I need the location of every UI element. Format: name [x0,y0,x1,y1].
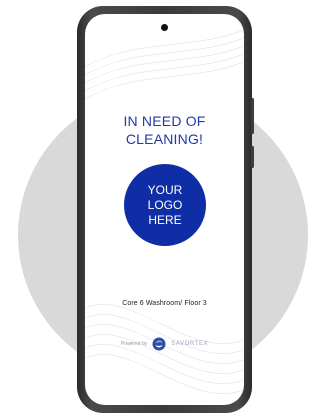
logo-line-3: HERE [148,212,182,227]
logo-line-2: LOGO [147,197,183,212]
location-label: Core 6 Washroom/ Floor 3 [122,300,207,307]
savortex-logo-icon [152,337,166,351]
power-button [251,98,254,134]
phone-device: IN NEED OF CLEANING! YOUR LOGO HERE Core… [77,6,254,413]
front-camera-icon [161,24,168,31]
headline-line-1: IN NEED OF [123,113,206,129]
headline-line-2: CLEANING! [125,131,204,147]
phone-screen: IN NEED OF CLEANING! YOUR LOGO HERE Core… [85,14,244,405]
logo-line-1: YOUR [147,182,183,197]
volume-button [251,146,254,168]
brand-name: SAVORTEX [171,341,209,347]
cleaning-alert-headline: IN NEED OF CLEANING! [85,112,244,148]
powered-by-label: Powered by [120,341,148,347]
logo-placeholder: YOUR LOGO HERE [124,164,206,246]
powered-by-footer: Powered by SAVORTEX [85,337,244,351]
